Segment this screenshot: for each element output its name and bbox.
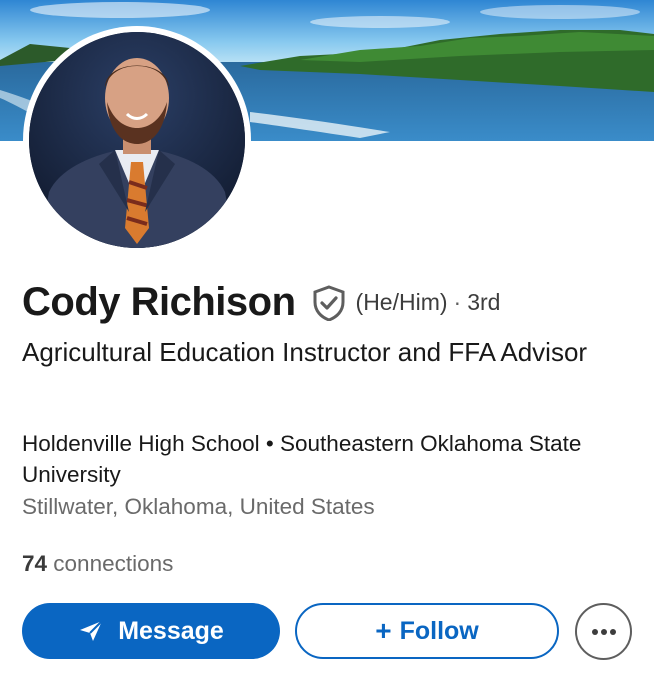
connections-count[interactable]: 74 connections bbox=[22, 551, 173, 577]
follow-label: Follow bbox=[399, 616, 479, 645]
shield-check-icon[interactable] bbox=[312, 284, 346, 322]
profile-photo bbox=[29, 32, 245, 248]
send-icon bbox=[78, 619, 104, 643]
separator-dot: · bbox=[453, 289, 462, 315]
profile-name: Cody Richison bbox=[22, 280, 296, 324]
connections-number: 74 bbox=[22, 551, 48, 576]
name-row: Cody Richison (He/Him) · 3rd bbox=[22, 280, 500, 325]
more-horizontal-icon bbox=[591, 623, 617, 641]
connections-label: connections bbox=[53, 551, 174, 576]
profile-headline: Agricultural Education Instructor and FF… bbox=[22, 337, 588, 367]
more-options-button[interactable] bbox=[575, 603, 632, 660]
follow-button[interactable]: + Follow bbox=[295, 603, 559, 659]
location: Stillwater, Oklahoma, United States bbox=[22, 494, 375, 519]
message-label: Message bbox=[118, 616, 224, 645]
pronouns: (He/Him) bbox=[355, 289, 448, 315]
message-button[interactable]: Message bbox=[22, 603, 280, 659]
plus-icon: + bbox=[375, 615, 392, 646]
avatar[interactable] bbox=[29, 32, 245, 248]
education-line[interactable]: Holdenville High School • Southeastern O… bbox=[22, 428, 642, 490]
connection-degree: 3rd bbox=[467, 289, 501, 315]
